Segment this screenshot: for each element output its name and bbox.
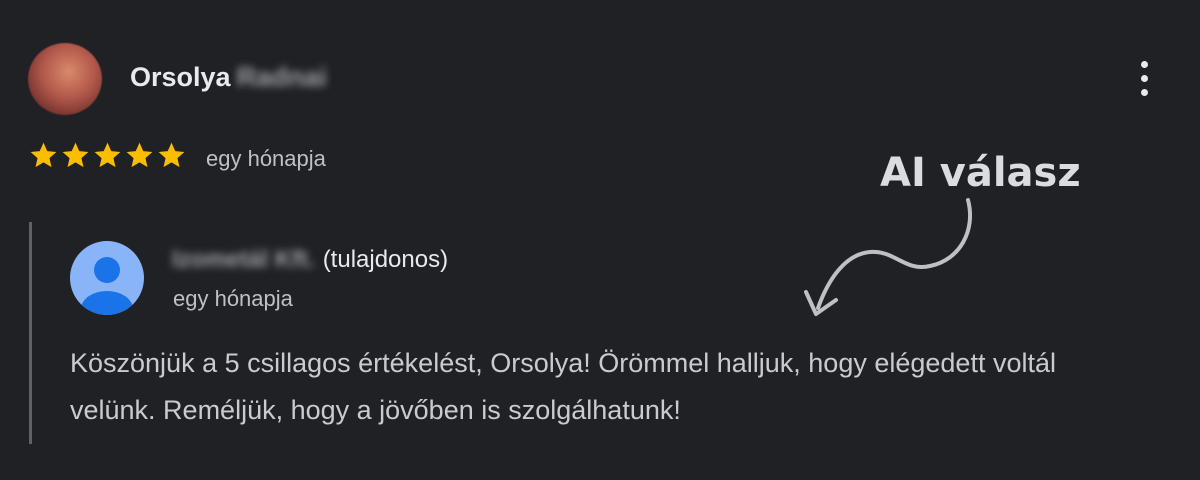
arrow-icon	[804, 198, 972, 316]
star-icon	[126, 142, 153, 168]
owner-name[interactable]: Izometál Kft. (tulajdonos)	[172, 246, 448, 274]
reviewer-first-name: Orsolya	[130, 62, 231, 92]
more-options-button[interactable]	[1128, 56, 1160, 100]
reviewer-name[interactable]: Orsolya Radnai	[130, 62, 327, 93]
more-vert-icon-dot	[1140, 60, 1148, 68]
reply-text: Köszönjük a 5 csillagos értékelést, Orso…	[70, 348, 1056, 425]
reply-divider	[29, 222, 32, 444]
star-icon	[158, 142, 185, 168]
more-vert-icon-dot	[1140, 88, 1148, 96]
more-vert-icon-dot	[1140, 74, 1148, 82]
star-rating	[28, 140, 187, 171]
star-icon	[30, 142, 57, 168]
star-icon	[94, 142, 121, 168]
owner-role: (tulajdonos)	[322, 246, 449, 273]
review-time: egy hónapja	[206, 146, 326, 171]
owner-name-blurred: Izometál Kft.	[172, 246, 315, 273]
reviewer-avatar[interactable]	[28, 43, 102, 115]
star-icon	[62, 142, 89, 168]
reply-time: egy hónapja	[173, 286, 293, 311]
reviewer-last-name-blurred: Radnai	[236, 62, 327, 92]
person-avatar-icon	[70, 241, 144, 315]
